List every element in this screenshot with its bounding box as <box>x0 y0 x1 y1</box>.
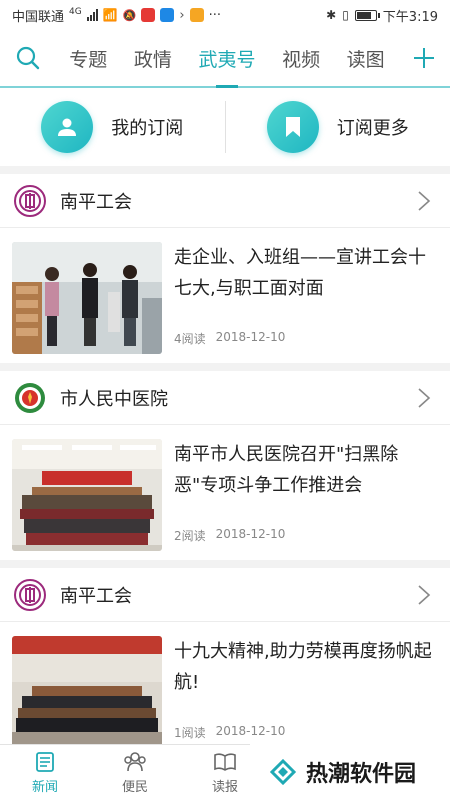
nav-tabs: 专题 政情 武夷号 视频 读图 <box>56 30 398 86</box>
article-title: 走企业、入班组——宣讲工会十七大,与职工面对面 <box>174 247 426 299</box>
tab-zhengqing[interactable]: 政情 <box>134 30 172 86</box>
people-icon <box>124 751 146 771</box>
mute-icon: 🔕 <box>122 8 137 22</box>
status-left: 中国联通 4G 📶 🔕 › ··· <box>12 6 221 25</box>
bookmark-icon <box>266 101 319 153</box>
more-subscriptions-button[interactable]: 订阅更多 <box>226 88 450 166</box>
more-notifications-icon: ··· <box>208 7 221 23</box>
app-badge-red-icon <box>141 8 156 22</box>
tab-label: 读图 <box>346 48 385 71</box>
status-bar: 中国联通 4G 📶 🔕 › ··· ✱ ▯ 下午3:19 <box>0 0 450 30</box>
read-count: 2阅读 <box>174 529 206 543</box>
watermark-text: 热潮软件园 <box>306 762 417 787</box>
app-badge-orange-icon <box>189 8 204 22</box>
watermark-logo-icon <box>270 759 296 785</box>
article-meta: 4阅读 2018-12-10 <box>174 330 438 349</box>
search-button[interactable] <box>0 29 56 87</box>
my-subscriptions-button[interactable]: 我的订阅 <box>0 88 225 166</box>
article-thumbnail <box>12 242 162 354</box>
bottom-tab-label: 便民 <box>121 779 148 795</box>
read-count: 4阅读 <box>174 332 206 346</box>
article-item[interactable]: 南平市人民医院召开"扫黑除恶"专项斗争工作推进会 2阅读 2018-12-10 <box>0 425 450 560</box>
article-text: 十九大精神,助力劳模再度扬帆起航! 1阅读 2018-12-10 <box>162 636 438 743</box>
watermark-overlay: 热潮软件园 <box>250 744 450 800</box>
bottom-tab-label: 读报 <box>211 779 238 795</box>
article-thumbnail <box>12 636 162 748</box>
tab-label: 专题 <box>69 48 108 71</box>
article-thumbnail <box>12 439 162 551</box>
feed-card: 南平工会 走企业、入班组——宣讲工会十七大,与职工面对面 4阅读 2018-12… <box>0 174 450 363</box>
network-label: 4G <box>69 7 82 17</box>
vibrate-icon: ▯ <box>342 8 349 22</box>
tab-zhuanti[interactable]: 专题 <box>69 30 107 86</box>
search-icon <box>16 46 40 70</box>
tab-label: 视频 <box>282 48 321 71</box>
union-logo-icon <box>14 578 46 611</box>
publish-date: 2018-12-10 <box>215 724 286 738</box>
org-name: 市人民中医院 <box>60 388 168 410</box>
bottom-tab-services[interactable]: 便民 <box>90 745 180 800</box>
plus-icon <box>414 48 434 68</box>
chevron-right-icon <box>412 189 436 213</box>
add-channel-button[interactable] <box>398 29 450 87</box>
article-meta: 1阅读 2018-12-10 <box>174 724 438 743</box>
article-meta: 2阅读 2018-12-10 <box>174 527 438 546</box>
feed-card: 南平工会 十九大精神,助力劳模再度扬帆起航! 1阅读 2018-12-10 <box>0 568 450 757</box>
battery-fill <box>356 11 371 19</box>
tab-video[interactable]: 视频 <box>282 30 320 86</box>
my-subscriptions-label: 我的订阅 <box>111 118 184 139</box>
org-header[interactable]: 市人民中医院 <box>0 371 450 425</box>
status-right: ✱ ▯ 下午3:19 <box>326 6 438 25</box>
hospital-logo-icon <box>14 382 46 414</box>
org-header[interactable]: 南平工会 <box>0 174 450 228</box>
news-icon <box>36 751 54 772</box>
arrow-notification-icon: › <box>179 7 185 23</box>
tab-wuyihao[interactable]: 武夷号 <box>198 30 255 86</box>
book-icon <box>214 752 236 771</box>
carrier-label: 中国联通 <box>12 9 65 25</box>
feed-list: 南平工会 走企业、入班组——宣讲工会十七大,与职工面对面 4阅读 2018-12… <box>0 174 450 798</box>
org-header[interactable]: 南平工会 <box>0 568 450 622</box>
article-text: 南平市人民医院召开"扫黑除恶"专项斗争工作推进会 2阅读 2018-12-10 <box>162 439 438 546</box>
org-name: 南平工会 <box>60 191 132 213</box>
signal-icon <box>86 9 98 21</box>
tab-label: 武夷号 <box>198 48 256 71</box>
publish-date: 2018-12-10 <box>215 527 286 541</box>
publish-date: 2018-12-10 <box>215 330 286 344</box>
article-text: 走企业、入班组——宣讲工会十七大,与职工面对面 4阅读 2018-12-10 <box>162 242 438 349</box>
article-item[interactable]: 走企业、入班组——宣讲工会十七大,与职工面对面 4阅读 2018-12-10 <box>0 228 450 363</box>
wifi-icon: 📶 <box>102 8 118 22</box>
union-logo-icon <box>14 184 46 217</box>
app-badge-blue-icon <box>160 8 175 22</box>
chevron-right-icon <box>412 583 436 607</box>
bluetooth-icon: ✱ <box>326 8 337 22</box>
more-subscriptions-label: 订阅更多 <box>336 118 409 139</box>
tab-label: 政情 <box>133 48 172 71</box>
tab-gallery[interactable]: 读图 <box>347 30 385 86</box>
article-item[interactable]: 十九大精神,助力劳模再度扬帆起航! 1阅读 2018-12-10 <box>0 622 450 757</box>
feed-card: 市人民中医院 南平市人民医院召开"扫黑除恶"专项斗争工作推进会 2阅读 2018… <box>0 371 450 560</box>
article-title: 南平市人民医院召开"扫黑除恶"专项斗争工作推进会 <box>174 444 399 496</box>
bottom-tab-label: 新闻 <box>31 779 58 795</box>
battery-icon <box>354 9 380 21</box>
top-nav: 专题 政情 武夷号 视频 读图 <box>0 30 450 88</box>
chevron-right-icon <box>412 386 436 410</box>
article-title: 十九大精神,助力劳模再度扬帆起航! <box>174 641 432 693</box>
user-icon <box>41 101 94 153</box>
clock-label: 下午3:19 <box>382 9 438 25</box>
subscribe-bar: 我的订阅 订阅更多 <box>0 88 450 166</box>
org-name: 南平工会 <box>60 585 132 607</box>
read-count: 1阅读 <box>174 726 206 740</box>
bottom-tab-news[interactable]: 新闻 <box>0 745 90 800</box>
